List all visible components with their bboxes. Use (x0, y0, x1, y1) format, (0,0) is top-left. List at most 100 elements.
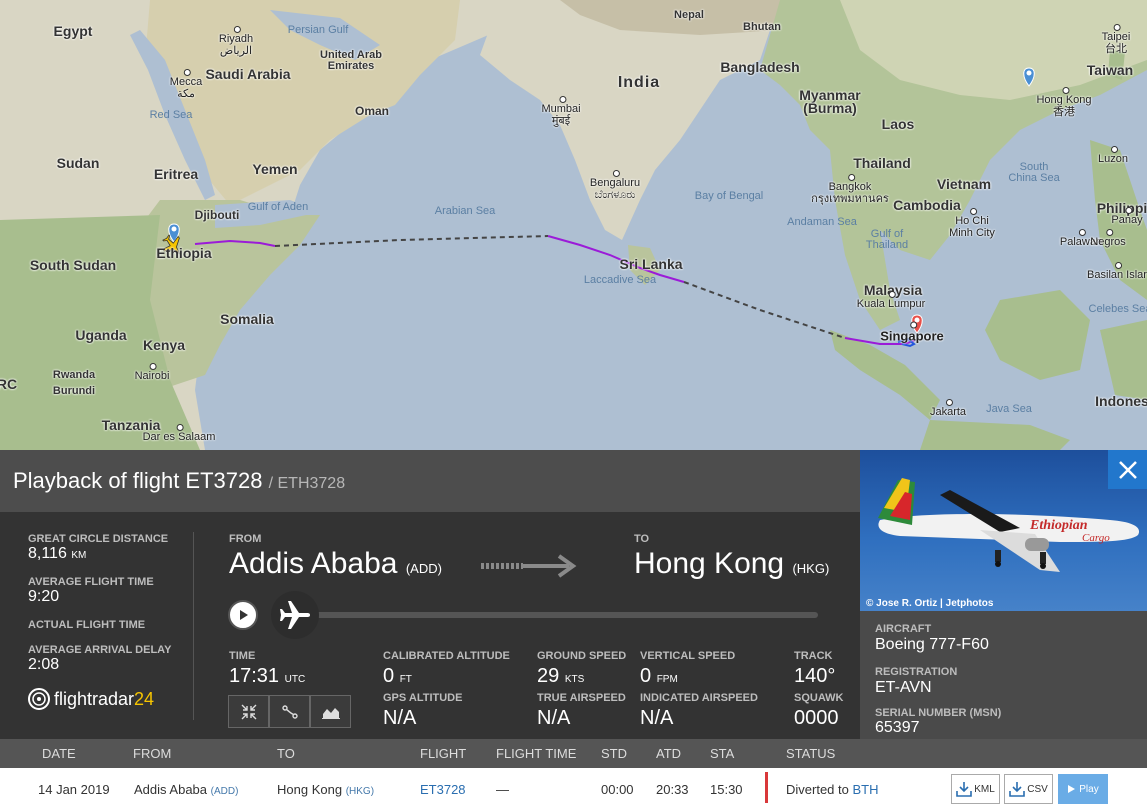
ground-speed-number: 29 (537, 665, 560, 687)
great-circle-label: GREAT CIRCLE DISTANCE (28, 533, 169, 545)
great-circle-value: 8,116 KM (28, 545, 86, 563)
row-status-airport-link[interactable]: BTH (853, 782, 879, 797)
registration-value: ET-AVN (875, 679, 932, 696)
logo-text: flightradar (54, 688, 135, 709)
avg-arrival-delay-value: 2:08 (28, 656, 60, 673)
track-value: 140° (794, 665, 836, 687)
row-status-text: Diverted to (786, 782, 849, 797)
table-header: DATE FROM TO FLIGHT FLIGHT TIME STD ATD … (0, 739, 1147, 768)
row-play-button[interactable]: Play (1058, 774, 1108, 804)
squawk-label: SQUAWK (794, 692, 844, 704)
time-value: 17:31 UTC (229, 665, 305, 688)
download-csv-button[interactable]: CSV (1004, 774, 1053, 804)
row-to: Hong Kong (HKG) (277, 782, 374, 797)
download-icon (1009, 782, 1026, 797)
calibrated-altitude-number: 0 (383, 665, 395, 687)
diversion-marker-icon (911, 314, 923, 334)
left-divider (193, 532, 194, 720)
area-chart-icon (321, 707, 340, 719)
avg-flight-time-label: AVERAGE FLIGHT TIME (28, 576, 154, 588)
status-indicator-bar (765, 772, 768, 803)
row-sta: 15:30 (710, 782, 743, 797)
row-flight-time: — (496, 782, 509, 797)
row-play-label: Play (1079, 783, 1099, 795)
true-airspeed-label: TRUE AIRSPEED (537, 692, 626, 704)
row-from-iata: (ADD) (210, 786, 239, 797)
land-philippines (1090, 140, 1147, 300)
close-icon (1118, 460, 1137, 479)
row-flight-link[interactable]: ET3728 (420, 782, 466, 797)
aircraft-photo[interactable]: Ethiopian Cargo © Jose R. Ortiz | Jetpho… (860, 450, 1147, 611)
map-base (0, 0, 1147, 450)
track-label: TRACK (794, 650, 833, 662)
download-kml-button[interactable]: KML (951, 774, 1000, 804)
serial-number-value: 65397 (875, 719, 920, 736)
column-header-to: TO (277, 746, 295, 761)
ground-speed-unit: KTS (564, 674, 585, 685)
row-to-city: Hong Kong (277, 782, 343, 797)
row-from: Addis Ababa (ADD) (134, 782, 238, 797)
calibrated-altitude-value: 0 FT (383, 665, 412, 688)
fullscreen-button[interactable] (228, 695, 269, 728)
to-label: TO (634, 533, 650, 545)
flight-map[interactable]: Egypt Saudi Arabia Sudan Eritrea Yemen O… (0, 0, 1147, 450)
calibrated-altitude-unit: FT (399, 674, 412, 685)
column-header-from: FROM (133, 746, 172, 761)
indicated-airspeed-value: N/A (640, 707, 674, 729)
great-circle-number: 8,116 (28, 545, 67, 562)
true-airspeed-value: N/A (537, 707, 571, 729)
collapse-arrows-icon (241, 704, 256, 719)
land-taiwan (1108, 50, 1125, 80)
column-header-flight: FLIGHT (420, 746, 467, 761)
livery-sub: Cargo (1082, 532, 1110, 544)
playback-timeline[interactable] (300, 612, 818, 618)
to-iata: (HKG) (792, 561, 830, 576)
playback-scrubber-handle[interactable] (271, 591, 319, 639)
from-iata: (ADD) (405, 561, 442, 576)
vertical-speed-unit: FPM (656, 674, 678, 685)
column-header-status: STATUS (786, 746, 836, 761)
airplane-icon (280, 601, 310, 629)
column-header-atd: ATD (656, 746, 682, 761)
calibrated-altitude-label: CALIBRATED ALTITUDE (383, 650, 510, 662)
table-row[interactable]: 14 Jan 2019 Addis Ababa (ADD) Hong Kong … (0, 768, 1147, 806)
column-header-date: DATE (42, 746, 76, 761)
livery-text: Ethiopian (1030, 518, 1088, 533)
land-borneo (985, 290, 1090, 380)
aircraft-photo-image (878, 478, 1140, 572)
vertical-speed-number: 0 (640, 665, 652, 687)
gps-altitude-value: N/A (383, 707, 417, 729)
column-header-sta: STA (710, 746, 735, 761)
vertical-speed-value: 0 FPM (640, 665, 678, 688)
column-header-flight-time: FLIGHT TIME (496, 746, 577, 761)
to-city: Hong Kong (HKG) (634, 547, 829, 581)
panel-header: Playback of flight ET3728 / ETH3728 (0, 450, 860, 512)
route-view-button[interactable] (269, 695, 310, 728)
panel-title-main: Playback of flight ET3728 (13, 468, 263, 493)
avg-flight-time-value: 9:20 (28, 588, 60, 605)
from-label: FROM (229, 533, 262, 545)
land-india (480, 0, 780, 240)
play-icon (1068, 785, 1076, 793)
row-to-iata: (HKG) (345, 786, 375, 797)
time-label: TIME (229, 650, 256, 662)
actual-flight-time-label: ACTUAL FLIGHT TIME (28, 619, 146, 631)
column-header-std: STD (601, 746, 627, 761)
route-arrow-icon (481, 554, 577, 578)
photo-credit[interactable]: © Jose R. Ortiz | Jetphotos (866, 598, 993, 609)
gps-altitude-label: GPS ALTITUDE (383, 692, 463, 704)
squawk-value: 0000 (794, 707, 839, 729)
land-java (920, 420, 1070, 450)
kml-label: KML (974, 783, 995, 795)
vertical-speed-label: VERTICAL SPEED (640, 650, 736, 662)
flightradar24-logo: flightradar 24 (28, 688, 154, 710)
serial-number-label: SERIAL NUMBER (MSN) (875, 707, 1002, 719)
registration-label: REGISTRATION (875, 666, 958, 678)
track-estimated-segment-1 (274, 235, 549, 247)
from-city-name: Addis Ababa (229, 547, 398, 580)
logo-number: 24 (134, 688, 155, 709)
play-button[interactable] (228, 600, 258, 630)
graph-button[interactable] (310, 695, 351, 728)
close-button[interactable] (1108, 450, 1147, 489)
row-std: 00:00 (601, 782, 634, 797)
